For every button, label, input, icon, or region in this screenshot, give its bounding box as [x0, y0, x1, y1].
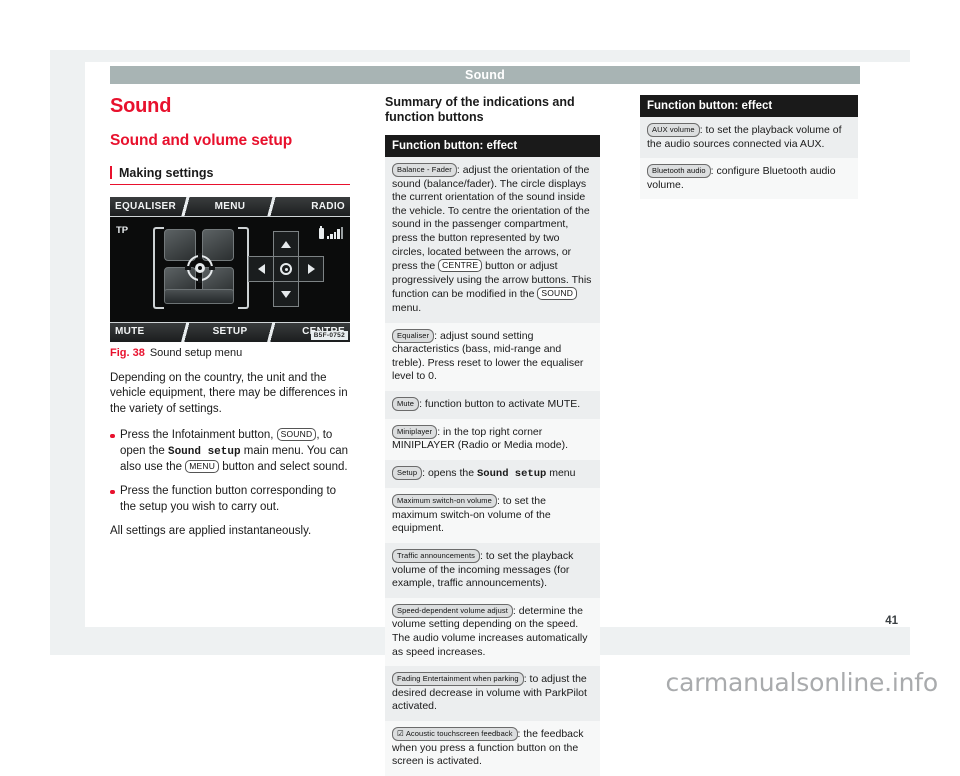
left-bullet-1: Press the Infotainment button, SOUND, to…: [110, 428, 350, 475]
arrow-right-button: [298, 256, 324, 282]
left-column: Sound Sound and volume setup Making sett…: [110, 95, 350, 551]
sound-setup-menu-name: Sound setup: [476, 467, 547, 480]
figure-caption: Fig. 38 Sound setup menu: [110, 347, 350, 359]
function-button-speed-dependent-volume-adjust[interactable]: Speed-dependent volume adjust: [392, 603, 513, 618]
subsection-rule: [110, 184, 350, 185]
bracket-left-icon: [153, 227, 164, 309]
figure-caption-text: Sound setup menu: [149, 347, 243, 359]
section-title: Sound and volume setup: [110, 132, 293, 149]
running-header: Sound: [110, 66, 860, 84]
bullet-1-part-1: Press the Infotainment button,: [120, 429, 277, 442]
figure-38: EQUALISER MENU RADIO TP MUTE SETUP B5F-0…: [110, 197, 350, 359]
page-number: 41: [885, 615, 898, 627]
arrow-left-button: [248, 256, 274, 282]
arrow-up-button: [273, 231, 299, 257]
centre-hardware-key: CENTRE: [438, 259, 483, 273]
status-icons: [318, 226, 343, 239]
ring-gap: [198, 253, 202, 259]
rear-bench: [164, 289, 234, 304]
centre-button: [273, 256, 299, 282]
function-button-bluetooth-audio[interactable]: Bluetooth audio: [647, 164, 711, 179]
table-row: Balance - Fader: adjust the orientation …: [385, 157, 600, 323]
table-row: Equaliser: adjust sound setting characte…: [385, 322, 600, 391]
seat-front-left: [164, 229, 196, 261]
function-button-traffic-announcements[interactable]: Traffic announcements: [392, 549, 480, 564]
sound-setup-menu-name: Sound setup: [167, 445, 241, 458]
table-row: Miniplayer: in the top right corner MINI…: [385, 418, 600, 460]
figure-caption-label: Fig. 38: [110, 347, 145, 359]
table-row: Setup: opens the Sound setup menu: [385, 459, 600, 489]
function-button-miniplayer[interactable]: Miniplayer: [392, 424, 438, 439]
chapter-title: Sound: [110, 95, 172, 117]
row-text: menu: [546, 466, 576, 479]
function-button-maximum-switch-on-volume[interactable]: Maximum switch-on volume: [392, 494, 497, 509]
table-row: AUX volume: to set the playback volume o…: [640, 117, 858, 159]
function-button-label: Acoustic touchscreen feedback: [405, 729, 513, 738]
screen-top-softkey-bar: EQUALISER MENU RADIO: [110, 197, 350, 217]
infotainment-screen-image: EQUALISER MENU RADIO TP MUTE SETUP B5F-0…: [110, 197, 350, 342]
left-paragraph-1: Depending on the country, the unit and t…: [110, 372, 348, 415]
arrow-pad: [248, 231, 324, 307]
tp-indicator: TP: [116, 225, 129, 236]
left-paragraph-2: All settings are applied instantaneously…: [110, 525, 312, 538]
centre-circles-icon: [280, 263, 292, 275]
bullet-1-part-4: button and select sound.: [219, 461, 348, 474]
ring-gap: [209, 266, 215, 270]
softkey-radio: RADIO: [311, 201, 345, 212]
checkbox-checked-icon: ☑: [397, 729, 404, 738]
table-row: Speed-dependent volume adjust: determine…: [385, 597, 600, 667]
left-bullet-2: Press the function button corresponding …: [110, 484, 350, 515]
table-row: Maximum switch-on volume: to set the max…: [385, 488, 600, 544]
table-row: Traffic announcements: to set the playba…: [385, 543, 600, 598]
menu-hardware-key: MENU: [185, 460, 220, 474]
function-button-aux-volume[interactable]: AUX volume: [647, 123, 700, 137]
function-button-setup[interactable]: Setup: [392, 465, 423, 480]
triangle-left-icon: [257, 264, 265, 274]
right-table-header: Function button: effect: [640, 95, 858, 117]
table-row: ☑ Acoustic touchscreen feedback: the feed…: [385, 721, 600, 776]
triangle-down-icon: [281, 290, 291, 298]
watermark: carmanualsonline.info: [665, 668, 939, 697]
table-row: Bluetooth audio: configure Bluetooth aud…: [640, 158, 858, 200]
middle-table-header: Function button: effect: [385, 135, 600, 157]
sound-hardware-key: SOUND: [537, 287, 578, 301]
triangle-up-icon: [281, 240, 291, 248]
ring-gap: [185, 266, 191, 270]
row-text: : function button to activate MUTE.: [419, 397, 581, 410]
triangle-right-icon: [307, 264, 315, 274]
figure-image-id: B5F-0752: [310, 331, 348, 340]
function-button-balance-fader[interactable]: Balance - Fader: [392, 163, 457, 177]
right-column: Function button: effect AUX volume: to s…: [640, 95, 858, 200]
table-row: Mute: function button to activate MUTE.: [385, 390, 600, 419]
seat-layout-graphic: [153, 227, 249, 309]
arrow-down-button: [273, 281, 299, 307]
row-text: menu.: [392, 301, 422, 314]
sound-hardware-key: SOUND: [276, 428, 317, 442]
signal-bars-icon: [326, 227, 343, 239]
running-header-title: Sound: [465, 68, 505, 82]
row-text: : adjust the orientation of the sound (b…: [392, 164, 590, 273]
middle-heading: Summary of the indications and function …: [385, 95, 575, 124]
function-button-acoustic-touchscreen-feedback[interactable]: ☑ Acoustic touchscreen feedback: [392, 727, 518, 741]
subsection-title: Making settings: [110, 166, 350, 180]
row-text: : opens the: [422, 466, 477, 479]
ring-gap: [198, 277, 202, 283]
function-button-mute[interactable]: Mute: [392, 396, 420, 411]
function-button-equaliser[interactable]: Equaliser: [392, 328, 435, 343]
